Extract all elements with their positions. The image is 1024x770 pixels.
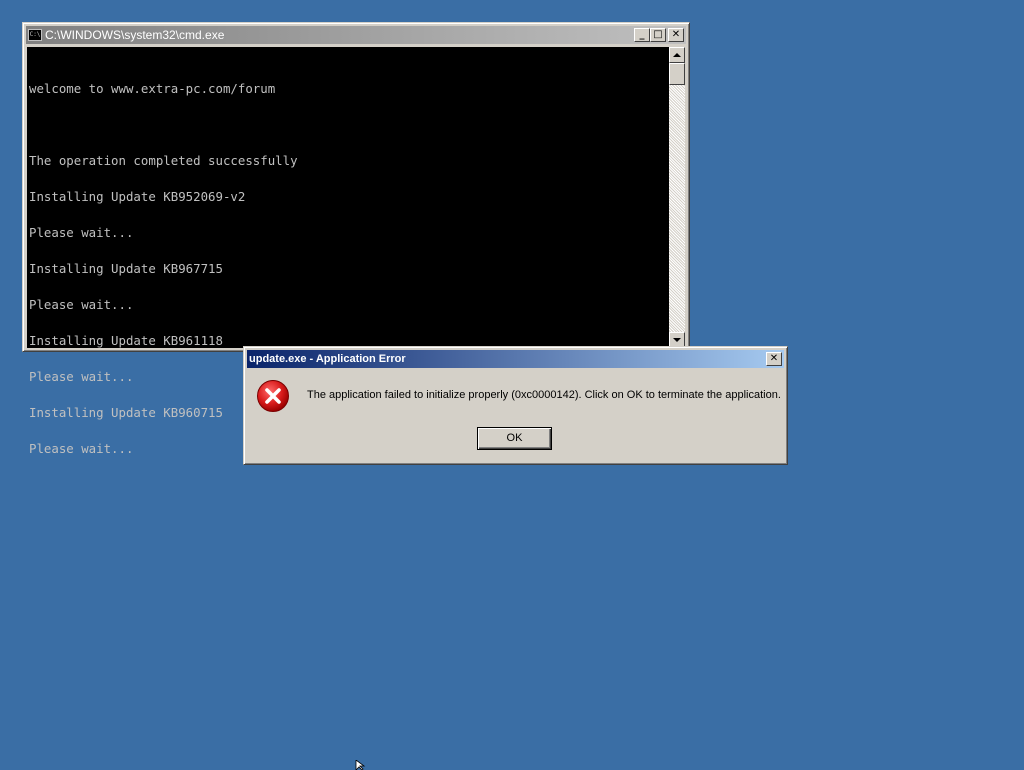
console-line: Installing Update KB967715 [29, 261, 223, 276]
scroll-up-button[interactable] [669, 47, 685, 63]
cmd-titlebar[interactable]: C:\ C:\WINDOWS\system32\cmd.exe _ □ ✕ [26, 26, 686, 44]
error-icon [257, 380, 289, 412]
arrow-up-icon [673, 53, 681, 57]
cmd-window[interactable]: C:\ C:\WINDOWS\system32\cmd.exe _ □ ✕ we… [22, 22, 690, 455]
minimize-button[interactable]: _ [634, 28, 650, 42]
console-icon[interactable]: C:\ [28, 29, 42, 41]
cmd-window-controls: _ □ ✕ [634, 28, 684, 42]
cmd-window-title: C:\WINDOWS\system32\cmd.exe [45, 28, 225, 42]
maximize-button[interactable]: □ [650, 28, 666, 42]
dialog-titlebar[interactable]: update.exe - Application Error ✕ [247, 350, 784, 368]
console-line: welcome to www.extra-pc.com/forum [29, 81, 276, 96]
desktop: C:\ C:\WINDOWS\system32\cmd.exe _ □ ✕ we… [0, 0, 1024, 770]
dialog-title: update.exe - Application Error [249, 353, 406, 365]
vertical-scrollbar[interactable] [669, 47, 685, 348]
dialog-close-button[interactable]: ✕ [766, 352, 782, 366]
dialog-message: The application failed to initialize pro… [307, 389, 781, 401]
console-line: Please wait... [29, 297, 134, 312]
scrollbar-thumb[interactable] [669, 63, 685, 85]
mouse-cursor-icon [355, 760, 366, 770]
console-line: The operation completed successfully [29, 153, 298, 168]
console-output[interactable]: welcome to www.extra-pc.com/forum The op… [27, 47, 669, 455]
ok-button[interactable]: OK [477, 427, 552, 450]
console-line: Please wait... [29, 225, 134, 240]
arrow-down-icon [673, 338, 681, 342]
console-line: Installing Update KB952069-v2 [29, 189, 246, 204]
close-button[interactable]: ✕ [668, 28, 684, 42]
error-dialog[interactable]: update.exe - Application Error ✕ The app… [243, 346, 788, 465]
